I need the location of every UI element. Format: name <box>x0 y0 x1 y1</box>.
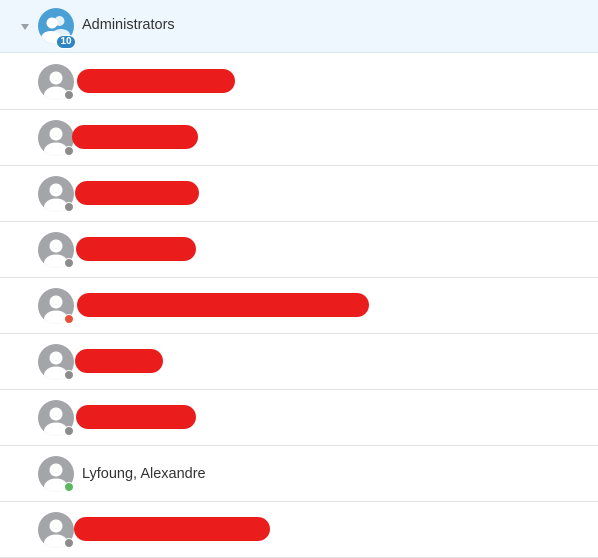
status-offline-icon <box>64 146 74 156</box>
member-row[interactable] <box>0 334 598 390</box>
status-offline-icon <box>64 426 74 436</box>
member-row[interactable] <box>0 166 598 222</box>
status-offline-icon <box>64 258 74 268</box>
status-online-icon <box>64 482 74 492</box>
status-offline-icon <box>64 90 74 100</box>
status-busy-icon <box>64 314 74 324</box>
redacted-name <box>72 125 198 149</box>
redacted-name <box>76 405 196 429</box>
caret-down-icon[interactable] <box>21 24 29 30</box>
redacted-name <box>75 181 199 205</box>
redacted-name <box>77 293 369 317</box>
member-row[interactable] <box>0 390 598 446</box>
redacted-name <box>74 517 270 541</box>
member-name: Lyfoung, Alexandre <box>82 466 206 482</box>
member-row[interactable] <box>0 222 598 278</box>
redacted-name <box>75 349 163 373</box>
group-header-administrators[interactable]: 10 Administrators <box>0 0 598 53</box>
redacted-name <box>76 237 196 261</box>
member-count-badge: 10 <box>56 35 76 49</box>
redacted-name <box>77 69 235 93</box>
member-row[interactable] <box>0 502 598 558</box>
member-row[interactable] <box>0 278 598 334</box>
member-row[interactable]: Lyfoung, Alexandre <box>0 446 598 502</box>
member-list: 10 Administrators Lyfoung, Alexandre <box>0 0 598 558</box>
member-row[interactable] <box>0 110 598 166</box>
status-offline-icon <box>64 370 74 380</box>
member-row[interactable] <box>0 54 598 110</box>
status-offline-icon <box>64 538 74 548</box>
status-offline-icon <box>64 202 74 212</box>
group-name: Administrators <box>82 17 175 33</box>
